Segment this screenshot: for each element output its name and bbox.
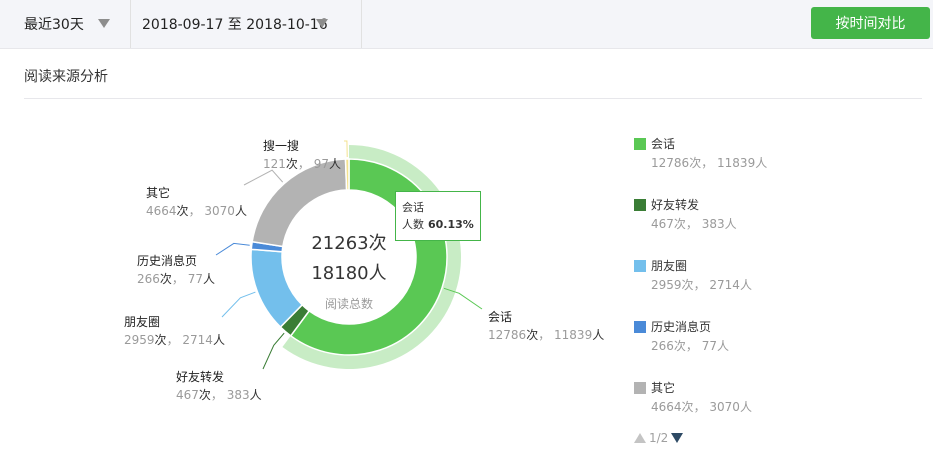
leader-line: [215, 242, 250, 256]
toolbar: 最近30天 2018-09-17 至 2018-10-16 按时间对比: [0, 0, 933, 49]
legend-swatch: [634, 321, 646, 333]
callout-stat: 4664次， 3070人: [146, 204, 247, 218]
callout-stat: 121次， 97人: [263, 157, 342, 171]
section-title: 阅读来源分析: [24, 69, 108, 85]
unit-count: 次: [681, 278, 694, 292]
legend-swatch: [634, 138, 646, 150]
tooltip-label: 人数: [402, 218, 424, 231]
unit-count: 次: [681, 400, 694, 414]
center-caption: 阅读总数: [325, 296, 373, 311]
slice-callout: 会话 12786次， 11839人: [488, 308, 604, 344]
callout-name: 朋友圈: [124, 315, 161, 329]
leader-line: [221, 291, 256, 318]
legend-people: 383: [701, 217, 725, 231]
legend-swatch: [634, 199, 646, 211]
chevron-down-icon: [98, 19, 110, 28]
triangle-down-icon[interactable]: [671, 433, 684, 443]
legend-item-other[interactable]: 其它 4664次， 3070人: [634, 379, 834, 419]
callout-stat: 467次， 383人: [176, 388, 262, 402]
legend-name: 朋友圈: [651, 259, 688, 273]
leader-line: [343, 140, 348, 158]
callout-name: 其它: [146, 186, 171, 200]
legend-name: 历史消息页: [651, 320, 712, 334]
legend-people: 2714: [709, 278, 740, 292]
legend-people: 11839: [717, 156, 756, 170]
legend-name: 会话: [651, 137, 676, 151]
legend-pager: 1/2: [634, 431, 684, 445]
legend-page: 1/2: [649, 431, 669, 445]
legend-item-history[interactable]: 历史消息页 266次， 77人: [634, 318, 834, 358]
callout-stat: 12786次， 11839人: [488, 328, 605, 342]
unit-people: 人: [724, 217, 737, 231]
unit-people: 人: [739, 278, 752, 292]
callout-name: 搜一搜: [263, 139, 300, 153]
legend-people: 3070: [709, 400, 740, 414]
center-total-people: 18180人: [311, 263, 386, 284]
slice-callout: 搜一搜 121次， 97人: [263, 137, 341, 173]
triangle-up-icon[interactable]: [634, 433, 646, 443]
callout-name: 会话: [488, 310, 513, 324]
callout-name: 好友转发: [176, 370, 225, 384]
section-divider: [24, 98, 922, 99]
legend-item-friend-forward[interactable]: 好友转发 467次， 383人: [634, 196, 834, 236]
legend-stat: 467次， 383人: [651, 217, 737, 231]
callout-stat: 2959次， 2714人: [124, 333, 225, 347]
legend-stat: 266次， 77人: [651, 339, 730, 353]
chart-tooltip: 会话 人数 60.13%: [395, 191, 481, 241]
range-select[interactable]: 最近30天: [0, 0, 131, 48]
slice-callout: 朋友圈 2959次， 2714人: [124, 313, 225, 349]
callout-name: 历史消息页: [137, 254, 198, 268]
legend-item-moments[interactable]: 朋友圈 2959次， 2714人: [634, 257, 834, 297]
callout-stat: 266次， 77人: [137, 272, 216, 286]
date-range-select[interactable]: 2018-09-17 至 2018-10-16: [131, 0, 362, 48]
unit-count: 次: [689, 156, 702, 170]
legend-stat: 2959次， 2714人: [651, 278, 752, 292]
legend-name: 好友转发: [651, 198, 700, 212]
legend-count: 2959: [651, 278, 682, 292]
leader-line: [262, 332, 285, 370]
center-total-reads: 21263次: [311, 233, 386, 254]
legend-name: 其它: [651, 381, 676, 395]
slice-callout: 历史消息页 266次， 77人: [137, 252, 215, 288]
legend-swatch: [634, 260, 646, 272]
range-select-label: 最近30天: [24, 17, 84, 33]
legend-item-conversation[interactable]: 会话 12786次， 11839人: [634, 135, 834, 175]
legend-people: 77: [701, 339, 718, 353]
date-range-label: 2018-09-17 至 2018-10-16: [142, 17, 328, 33]
slice-callout: 好友转发 467次， 383人: [176, 368, 262, 404]
tooltip-row: 人数 60.13%: [402, 216, 480, 233]
pie-slice[interactable]: [344, 158, 350, 191]
legend-count: 4664: [651, 400, 682, 414]
legend-swatch: [634, 382, 646, 394]
tooltip-series: 会话: [402, 201, 424, 214]
legend-count: 467: [651, 217, 674, 231]
legend-stat: 12786次， 11839人: [651, 156, 768, 170]
legend-count: 266: [651, 339, 674, 353]
slice-callout: 其它 4664次， 3070人: [146, 184, 247, 220]
unit-people: 人: [755, 156, 768, 170]
legend-count: 12786: [651, 156, 690, 170]
unit-people: 人: [717, 339, 730, 353]
legend-stat: 4664次， 3070人: [651, 400, 752, 414]
unit-count: 次: [673, 217, 686, 231]
tooltip-value: 60.13%: [428, 218, 474, 231]
compare-by-time-button[interactable]: 按时间对比: [811, 7, 930, 39]
chevron-down-icon: [316, 19, 328, 28]
unit-count: 次: [673, 339, 686, 353]
unit-people: 人: [739, 400, 752, 414]
